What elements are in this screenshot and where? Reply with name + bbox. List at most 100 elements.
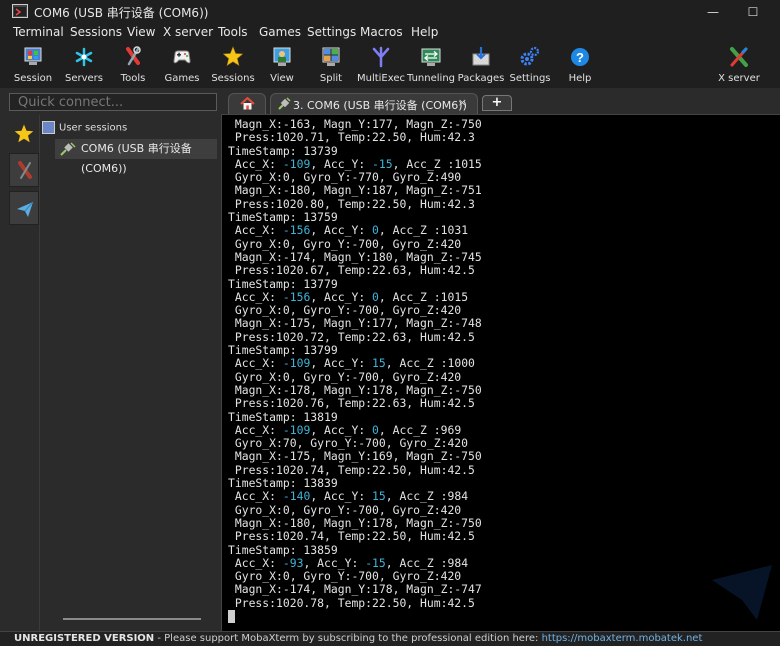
user-sessions-folder[interactable]: User sessions (42, 121, 127, 134)
terminal-line: Acc_X: -156, Acc_Y: 0, Acc_Z :1015 (228, 289, 469, 304)
quick-connect-input[interactable]: Quick connect... (9, 93, 217, 111)
star-icon (223, 46, 243, 66)
menu-settings[interactable]: Settings (307, 25, 356, 39)
terminal-output: Magn_X:-163, Magn_Y:177, Magn_Z:-750 Pre… (228, 117, 482, 610)
terminal-line: Acc_X: -109, Acc_Y: -15, Acc_Z :1015 (228, 156, 482, 171)
toolbar-xserver-label: X server (718, 73, 760, 84)
unregistered-label: UNREGISTERED VERSION (14, 633, 155, 644)
xserver-icon (730, 47, 748, 67)
session-icon (24, 47, 42, 65)
status-message: - Please support MobaXterm by subscribin… (154, 633, 542, 644)
terminal-line: Magn_X:-178, Magn_Y:178, Magn_Z:-750 (228, 382, 482, 397)
terminal-line: Magn_X:-174, Magn_Y:178, Magn_Z:-747 (228, 582, 482, 597)
terminal-line: Press:1020.74, Temp:22.50, Hum:42.5 (228, 462, 475, 477)
terminal-line: Press:1020.80, Temp:22.50, Hum:42.3 (228, 196, 475, 211)
packages-icon (472, 47, 490, 66)
terminal-line: Gyro_X:0, Gyro_Y:-700, Gyro_Z:420 (228, 502, 462, 517)
tab-close-button[interactable]: × (458, 96, 467, 109)
subscribe-link[interactable]: https://mobaxterm.mobatek.net (542, 633, 703, 644)
terminal-line: Acc_X: -93, Acc_Y: -15, Acc_Z :984 (228, 555, 469, 570)
menu-help[interactable]: Help (411, 25, 438, 39)
tab-label: 3. COM6 (USB 串行设备 (COM6)) (293, 99, 467, 112)
serial-plug-icon (278, 97, 291, 110)
tab-home[interactable] (228, 93, 266, 114)
tools-icon (18, 161, 32, 179)
view-icon (273, 47, 291, 66)
terminal-line: TimeStamp: 13859 (228, 542, 338, 557)
tools-side-tab[interactable] (9, 153, 39, 187)
terminal-line: Magn_X:-180, Magn_Y:178, Magn_Z:-750 (228, 515, 482, 530)
terminal-line: TimeStamp: 13739 (228, 143, 338, 158)
session-item-com6[interactable]: COM6 (USB 串行设备 (COM6)) (55, 139, 217, 175)
svg-text:?: ? (576, 50, 584, 65)
menu-terminal[interactable]: Terminal (13, 25, 64, 39)
servers-icon (75, 47, 93, 67)
session-item-label: COM6 (USB 串行设备 (COM6)) (81, 142, 192, 175)
terminal-line: Press:1020.72, Temp:22.63, Hum:42.5 (228, 329, 475, 344)
terminal-line: Press:1020.71, Temp:22.50, Hum:42.3 (228, 130, 475, 145)
help-icon: ? (571, 48, 589, 66)
tunneling-icon (421, 48, 441, 66)
terminal-line: Press:1020.78, Temp:22.50, Hum:42.5 (228, 595, 475, 610)
split-icon (322, 47, 340, 66)
terminal-line: TimeStamp: 13839 (228, 476, 338, 491)
sidebar-scrollbar[interactable] (63, 618, 201, 620)
terminal-view[interactable]: Magn_X:-163, Magn_Y:177, Magn_Z:-750 Pre… (221, 114, 780, 631)
user-sessions-icon (42, 121, 55, 134)
minimize-button[interactable]: — (698, 2, 728, 22)
menu-bar: Terminal Sessions View X server Tools Ga… (0, 24, 780, 42)
new-tab-button[interactable]: + (482, 95, 512, 111)
watermark-logo (712, 565, 772, 620)
terminal-line: Acc_X: -109, Acc_Y: 0, Acc_Z :969 (228, 422, 462, 437)
app-icon (12, 4, 28, 18)
home-icon (240, 97, 255, 110)
toolbar-help-button[interactable]: ? Help (552, 44, 608, 86)
terminal-line: Magn_X:-180, Magn_Y:187, Magn_Z:-751 (228, 183, 482, 198)
toolbar: Session Servers Tools Games Sessions Vie… (0, 42, 780, 88)
terminal-line: Gyro_X:0, Gyro_Y:-700, Gyro_Z:420 (228, 569, 462, 584)
terminal-line: Acc_X: -109, Acc_Y: 15, Acc_Z :1000 (228, 356, 475, 371)
games-icon (173, 50, 191, 64)
terminal-line: Press:1020.76, Temp:22.63, Hum:42.5 (228, 396, 475, 411)
paper-plane-icon (17, 201, 34, 217)
menu-view[interactable]: View (127, 25, 155, 39)
terminal-line: Press:1020.74, Temp:22.50, Hum:42.5 (228, 529, 475, 544)
terminal-line: Magn_X:-174, Magn_Y:180, Magn_Z:-745 (228, 249, 482, 264)
side-panel-tabs (9, 115, 39, 631)
maximize-button[interactable]: ☐ (738, 2, 768, 22)
toolbar-xserver-button[interactable]: X server (711, 44, 767, 86)
menu-x-server[interactable]: X server (163, 25, 213, 39)
macros-side-tab[interactable] (9, 191, 39, 225)
menu-macros[interactable]: Macros (360, 25, 403, 39)
menu-games[interactable]: Games (259, 25, 301, 39)
terminal-line: TimeStamp: 13759 (228, 210, 338, 225)
terminal-line: Press:1020.67, Temp:22.63, Hum:42.5 (228, 263, 475, 278)
terminal-line: Gyro_X:70, Gyro_Y:-700, Gyro_Z:420 (228, 436, 469, 451)
menu-sessions[interactable]: Sessions (70, 25, 122, 39)
terminal-line: TimeStamp: 13799 (228, 343, 338, 358)
user-sessions-label: User sessions (59, 122, 128, 134)
menu-tools[interactable]: Tools (218, 25, 248, 39)
tab-com6-session[interactable]: 3. COM6 (USB 串行设备 (COM6)) × (270, 93, 478, 114)
terminal-line: Magn_X:-175, Magn_Y:177, Magn_Z:-748 (228, 316, 482, 331)
star-icon (14, 124, 34, 143)
title-bar: COM6 (USB 串行设备 (COM6)) — ☐ (0, 0, 780, 24)
terminal-line: Gyro_X:0, Gyro_Y:-700, Gyro_Z:420 (228, 236, 462, 251)
terminal-line: Acc_X: -140, Acc_Y: 15, Acc_Z :984 (228, 489, 469, 504)
terminal-line: Magn_X:-175, Magn_Y:169, Magn_Z:-750 (228, 449, 482, 464)
terminal-line: TimeStamp: 13819 (228, 409, 338, 424)
serial-plug-icon (60, 142, 76, 156)
tools-icon (126, 46, 141, 66)
sessions-side-tab[interactable] (9, 115, 39, 149)
terminal-line: Gyro_X:0, Gyro_Y:-700, Gyro_Z:420 (228, 303, 462, 318)
toolbar-help-label: Help (568, 73, 592, 84)
terminal-line: Gyro_X:0, Gyro_Y:-770, Gyro_Z:490 (228, 170, 462, 185)
status-bar: UNREGISTERED VERSION - Please support Mo… (0, 631, 780, 646)
settings-icon (520, 46, 540, 66)
terminal-line: Acc_X: -156, Acc_Y: 0, Acc_Z :1031 (228, 223, 469, 238)
multiexec-icon (372, 46, 390, 68)
terminal-line: Gyro_X:0, Gyro_Y:-700, Gyro_Z:420 (228, 369, 462, 384)
terminal-line: Magn_X:-163, Magn_Y:177, Magn_Z:-750 (228, 117, 482, 131)
sessions-sidebar: User sessions COM6 (USB 串行设备 (COM6)) (39, 115, 220, 631)
tab-row: Quick connect... 3. COM6 (USB 串行设备 (COM6… (0, 90, 780, 114)
